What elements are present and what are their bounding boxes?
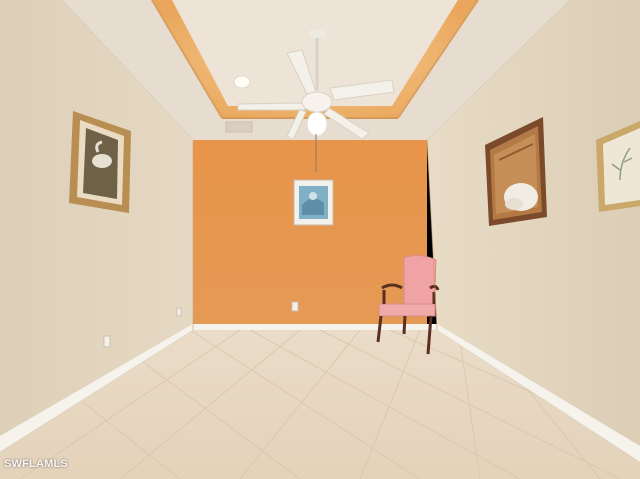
framed-art-blue-print — [293, 179, 334, 226]
orange-accent-wall — [193, 140, 427, 330]
outlet-accent-wall — [291, 301, 299, 312]
watermark-logo: SWFLAMLS — [4, 458, 68, 470]
room-illustration — [0, 0, 640, 479]
ceiling-vent — [225, 121, 253, 133]
recessed-light — [233, 75, 251, 89]
outlet-side — [176, 307, 182, 317]
room-photo: SWFLAMLS — [0, 0, 640, 479]
outlet-left — [103, 335, 111, 348]
